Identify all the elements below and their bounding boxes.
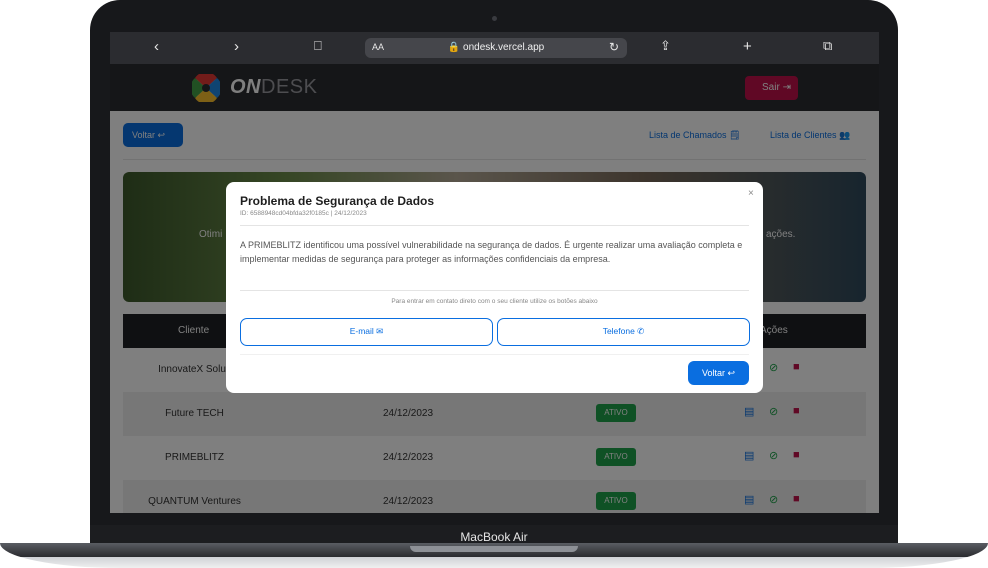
back-arrow-icon[interactable]: ‹ — [154, 38, 159, 55]
address-bar[interactable]: AA 🔒 ondesk.vercel.app ↻ — [365, 38, 627, 58]
device-label: MacBook Air — [460, 530, 528, 544]
contact-hint: Para entrar em contato direto com o seu … — [391, 298, 598, 305]
url-text: 🔒 ondesk.vercel.app — [447, 42, 545, 53]
divider — [240, 354, 749, 355]
divider — [240, 225, 749, 226]
modal-description: A PRIMEBLITZ identificou uma possível vu… — [240, 240, 743, 264]
camera-dot — [492, 16, 497, 21]
screen: ‹ › ⎕ AA 🔒 ondesk.vercel.app ↻ ⇪ + ⧉ OND… — [110, 32, 879, 513]
email-button[interactable]: E-mail ✉ — [240, 318, 493, 346]
forward-arrow-icon[interactable]: › — [234, 38, 239, 55]
browser-toolbar: ‹ › ⎕ AA 🔒 ondesk.vercel.app ↻ ⇪ + ⧉ — [110, 32, 879, 64]
new-tab-icon[interactable]: + — [743, 38, 752, 55]
modal-ticket-meta: ID: 6588948cd04bfda32f0185c | 24/12/2023 — [240, 210, 367, 217]
tabs-overview-icon[interactable]: ⧉ — [823, 38, 832, 54]
reload-icon[interactable]: ↻ — [609, 40, 619, 54]
share-icon[interactable]: ⇪ — [660, 38, 671, 54]
phone-button[interactable]: Telefone ✆ — [497, 318, 750, 346]
reader-book-icon[interactable]: ⎕ — [314, 38, 322, 54]
divider — [240, 290, 749, 291]
ticket-modal: Problema de Segurança de Dados ID: 65889… — [226, 182, 763, 393]
modal-title: Problema de Segurança de Dados — [240, 194, 435, 208]
laptop-notch — [410, 546, 578, 552]
close-icon[interactable]: × — [748, 188, 754, 199]
modal-back-button[interactable]: Voltar ↩ — [688, 361, 749, 385]
